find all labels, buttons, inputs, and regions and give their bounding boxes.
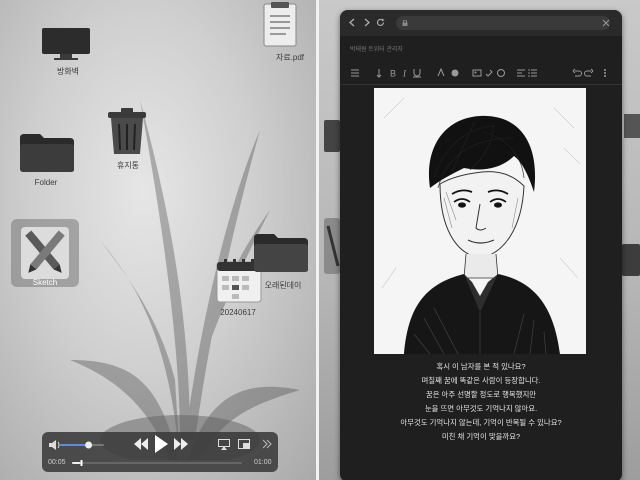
address-bar[interactable] (396, 16, 610, 30)
menu-icon[interactable] (350, 68, 360, 78)
highlight-icon[interactable] (450, 68, 460, 78)
folder-icon[interactable] (252, 232, 310, 279)
sketch-label: Sketch (32, 278, 58, 287)
play-icon[interactable] (154, 435, 168, 453)
browser-topbar (340, 10, 622, 36)
progress-bar[interactable] (72, 460, 242, 466)
page-title: 박태원 트위터 관리자 (350, 47, 404, 53)
trash-partial-icon (624, 114, 640, 138)
list-icon[interactable] (528, 68, 538, 78)
trash-label: 휴지통 (116, 161, 140, 170)
image-icon[interactable] (472, 68, 482, 78)
screenshot: 방화벽 휴지통 Folder Sketch 20240617 자료.pdf 오래… (0, 0, 640, 480)
more-icon[interactable] (600, 68, 610, 78)
text-color-icon[interactable] (436, 68, 446, 78)
italic-icon[interactable]: I (400, 68, 410, 79)
sort-icon[interactable] (376, 68, 386, 78)
caption-line: 혹시 이 남자를 본 적 있나요? (436, 362, 526, 371)
fast-forward-icon[interactable] (174, 438, 188, 450)
editor-toolbar: B I (340, 68, 622, 82)
caption-line: 눈을 뜨면 아무것도 기억나지 않아요. (424, 404, 538, 413)
monitor-icon[interactable] (40, 26, 94, 67)
reload-icon[interactable] (376, 18, 385, 27)
volume-level (60, 444, 89, 446)
close-tab-icon[interactable] (602, 19, 610, 27)
lock-icon (402, 20, 408, 26)
sketch-icon[interactable] (11, 219, 79, 287)
document-label: 자료.pdf (275, 53, 305, 62)
browser-window: 박태원 트위터 관리자 B I 혹시 이 남자를 본 적 있나요? 며칠째 꿈에… (340, 10, 622, 480)
sketch-portrait (374, 88, 586, 355)
caption-line: 미친 채 기억이 맞을까요? (441, 432, 521, 441)
elapsed-time: 00:05 (48, 459, 66, 466)
underline-icon[interactable] (412, 68, 422, 78)
media-player: 00:05 01:00 (42, 432, 278, 472)
forward-icon[interactable] (362, 18, 371, 27)
progress-knob[interactable] (80, 460, 83, 466)
align-icon[interactable] (516, 68, 526, 78)
caption-line: 꿈은 아주 선명할 정도로 행복했지만 (425, 390, 537, 399)
document-icon[interactable] (262, 2, 298, 53)
bold-icon[interactable]: B (388, 68, 398, 79)
redo-icon[interactable] (584, 68, 594, 78)
screen-divider (316, 0, 319, 480)
emoji-icon[interactable] (496, 68, 506, 78)
volume-icon[interactable] (48, 440, 60, 450)
undo-icon[interactable] (572, 68, 582, 78)
pip-icon[interactable] (238, 439, 250, 449)
svg-text:I: I (402, 69, 407, 79)
folder-label: 오래된데이 (264, 281, 302, 290)
folder-icon[interactable] (18, 132, 76, 179)
monitor-label: 방화벽 (56, 67, 80, 76)
volume-knob[interactable] (85, 441, 93, 449)
pencil-partial-icon (324, 218, 340, 274)
caption-line: 아무것도 기억나지 않는데, 기억이 반복될 수 있나요? (400, 418, 562, 427)
toolbar-divider (340, 84, 622, 85)
progress-fill (72, 462, 81, 464)
caption-line: 며칠째 꿈에 똑같은 사람이 등장합니다. (421, 376, 541, 385)
back-icon[interactable] (348, 18, 357, 27)
rewind-icon[interactable] (134, 438, 148, 450)
total-time: 01:00 (254, 459, 272, 466)
airplay-icon[interactable] (218, 439, 230, 450)
folder-partial-icon (324, 120, 340, 152)
folder-label: Folder (34, 178, 58, 187)
folder-partial-icon (622, 244, 640, 276)
trash-icon[interactable] (104, 106, 150, 161)
expand-icon[interactable] (262, 439, 272, 449)
portrait-drawing (381, 97, 581, 355)
caption-text: 혹시 이 남자를 본 적 있나요? 며칠째 꿈에 똑같은 사람이 등장합니다. … (340, 360, 622, 444)
volume-slider[interactable] (60, 441, 104, 449)
svg-text:B: B (390, 69, 396, 79)
link-icon[interactable] (484, 68, 494, 78)
calendar-label: 20240617 (220, 308, 256, 317)
